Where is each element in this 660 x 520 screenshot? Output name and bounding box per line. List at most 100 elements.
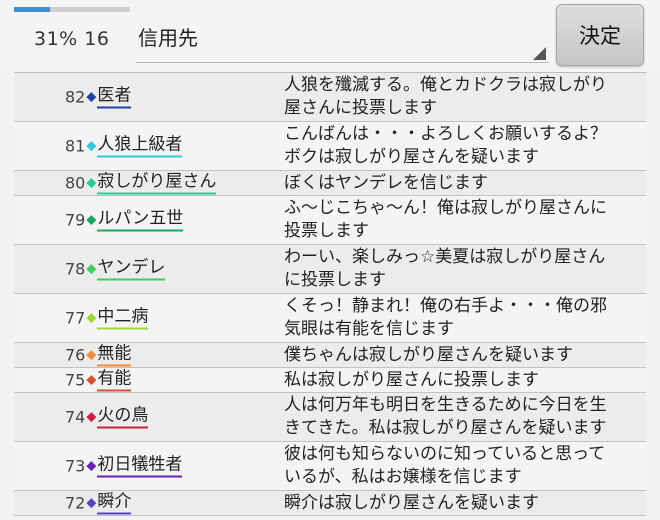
- message-line: こんばんは・・・よろしくお願いするよ？: [284, 124, 607, 144]
- diamond-icon: ◆: [86, 495, 97, 511]
- message-list[interactable]: 82 ◆ 医者 人狼を殲滅する。俺とカドクラは寂しがり 屋さんに投票します 81 ◆ 人狼上級…: [14, 72, 646, 520]
- player-name[interactable]: 寂しがり屋さん: [97, 172, 217, 195]
- list-item[interactable]: 80 ◆ 寂しがり屋さん ぼくはヤンデレを信じます: [14, 171, 646, 196]
- progress-bar-fill: [14, 7, 50, 12]
- select-value: 信用先: [138, 26, 198, 50]
- diamond-icon: ◆: [86, 409, 97, 425]
- message-text: 私は寂しがり屋さんに投票します: [278, 368, 646, 392]
- player-cell: 81 ◆ 人狼上級者: [14, 122, 278, 170]
- message-line: きてきた。私は寂しがり屋さんを疑います: [284, 418, 607, 438]
- player-number: 81: [65, 136, 86, 156]
- diamond-icon: ◆: [86, 458, 97, 474]
- trust-target-select[interactable]: 信用先: [136, 14, 548, 63]
- player-cell: 82 ◆ 医者: [14, 73, 278, 121]
- status-text: 31% 16: [34, 28, 109, 50]
- diamond-icon: ◆: [86, 175, 97, 191]
- player-name[interactable]: 中二病: [97, 307, 149, 330]
- player-name[interactable]: 人狼上級者: [97, 135, 183, 158]
- player-name[interactable]: ルパン五世: [97, 209, 184, 232]
- player-info: 82 ◆ 医者: [65, 86, 132, 109]
- player-info: 75 ◆ 有能: [65, 369, 132, 392]
- player-cell: 79 ◆ ルパン五世: [14, 196, 278, 244]
- count-label: 16: [84, 28, 110, 50]
- player-number: 79: [65, 210, 86, 230]
- message-line: 彼は何も知らないのに知っていると思って: [284, 444, 606, 464]
- list-item[interactable]: 76 ◆ 無能 僕ちゃんは寂しがり屋さんを疑います: [14, 343, 646, 368]
- list-item[interactable]: 81 ◆ 人狼上級者 こんばんは・・・よろしくお願いするよ？ ボクは寂しがり屋さんを疑い…: [14, 122, 646, 171]
- message-text: ぼくはヤンデレを信じます: [278, 171, 646, 195]
- player-info: 74 ◆ 火の鳥: [65, 406, 149, 429]
- player-number: 76: [65, 345, 86, 365]
- message-text: 瞬介は寂しがり屋さんを疑います: [278, 491, 646, 515]
- diamond-icon: ◆: [86, 212, 97, 228]
- message-line: 人は何万年も明日を生きるために今日を生: [284, 395, 607, 415]
- list-item[interactable]: 82 ◆ 医者 人狼を殲滅する。俺とカドクラは寂しがり 屋さんに投票します: [14, 73, 646, 122]
- message-text: 僕ちゃんは寂しがり屋さんを疑います: [278, 343, 646, 367]
- decide-button[interactable]: 決定: [556, 4, 644, 66]
- player-cell: 73 ◆ 初日犠牲者: [14, 442, 278, 490]
- player-name[interactable]: 有能: [97, 369, 132, 392]
- message-text: くそっ！静まれ！俺の右手よ・・・俺の邪 気眼は有能を信じます: [278, 294, 646, 342]
- player-name[interactable]: 瞬介: [97, 492, 132, 515]
- message-text: 彼は何も知らないのに知っていると思って いるが、私はお嬢様を信じます: [278, 442, 646, 490]
- player-number: 77: [65, 308, 86, 328]
- list-item[interactable]: 79 ◆ ルパン五世 ふ～じこちゃ～ん！俺は寂しがり屋さんに 投票します: [14, 196, 646, 245]
- message-line: ぼくはヤンデレを信じます: [284, 173, 488, 193]
- list-item[interactable]: 75 ◆ 有能 私は寂しがり屋さんに投票します: [14, 368, 646, 393]
- diamond-icon: ◆: [86, 261, 97, 277]
- player-info: 73 ◆ 初日犠牲者: [65, 455, 183, 478]
- player-info: 79 ◆ ルパン五世: [65, 209, 184, 232]
- message-line: 気眼は有能を信じます: [284, 319, 454, 339]
- list-item[interactable]: 74 ◆ 火の鳥 人は何万年も明日を生きるために今日を生 きてきた。私は寂しがり屋さんを…: [14, 393, 646, 442]
- player-cell: 76 ◆ 無能: [14, 343, 278, 367]
- player-cell: 72 ◆ 瞬介: [14, 491, 278, 515]
- player-info: 81 ◆ 人狼上級者: [65, 135, 183, 158]
- message-text: 人は何万年も明日を生きるために今日を生 きてきた。私は寂しがり屋さんを疑います: [278, 393, 646, 441]
- player-cell: 80 ◆ 寂しがり屋さん: [14, 171, 278, 195]
- player-info: 78 ◆ ヤンデレ: [65, 258, 166, 281]
- message-line: 私は寂しがり屋さんに投票します: [284, 370, 539, 390]
- message-text: わーい、楽しみっ☆美夏は寂しがり屋さん に投票します: [278, 245, 646, 293]
- dropdown-arrow-icon: [533, 47, 546, 60]
- message-line: 投票します: [284, 221, 369, 241]
- player-info: 80 ◆ 寂しがり屋さん: [65, 172, 217, 195]
- player-number: 78: [65, 259, 86, 279]
- message-line: ふ～じこちゃ～ん！俺は寂しがり屋さんに: [284, 198, 607, 218]
- player-number: 80: [65, 173, 86, 193]
- player-info: 77 ◆ 中二病: [65, 307, 149, 330]
- player-info: 72 ◆ 瞬介: [65, 492, 132, 515]
- diamond-icon: ◆: [86, 347, 97, 363]
- player-name[interactable]: 火の鳥: [97, 406, 149, 429]
- message-text: ふ～じこちゃ～ん！俺は寂しがり屋さんに 投票します: [278, 196, 646, 244]
- message-line: 瞬介は寂しがり屋さんを疑います: [284, 493, 539, 513]
- message-line: ボクは寂しがり屋さんを疑います: [284, 147, 539, 167]
- player-name[interactable]: 無能: [97, 344, 132, 367]
- player-number: 75: [65, 370, 86, 390]
- list-item[interactable]: 72 ◆ 瞬介 瞬介は寂しがり屋さんを疑います: [14, 491, 646, 516]
- top-bar: 31% 16 信用先 決定: [0, 0, 660, 72]
- message-line: 人狼を殲滅する。俺とカドクラは寂しがり: [284, 75, 607, 95]
- player-cell: 74 ◆ 火の鳥: [14, 393, 278, 441]
- player-number: 74: [65, 407, 86, 427]
- player-name[interactable]: 初日犠牲者: [97, 455, 183, 478]
- message-text: 人狼を殲滅する。俺とカドクラは寂しがり 屋さんに投票します: [278, 73, 646, 121]
- list-item[interactable]: 73 ◆ 初日犠牲者 彼は何も知らないのに知っていると思って いるが、私はお嬢様を信じま…: [14, 442, 646, 491]
- player-cell: 78 ◆ ヤンデレ: [14, 245, 278, 293]
- player-info: 76 ◆ 無能: [65, 344, 132, 367]
- player-name[interactable]: 医者: [97, 86, 132, 109]
- player-name[interactable]: ヤンデレ: [97, 258, 166, 281]
- message-line: 屋さんに投票します: [284, 98, 437, 118]
- message-line: 僕ちゃんは寂しがり屋さんを疑います: [284, 345, 573, 365]
- message-line: わーい、楽しみっ☆美夏は寂しがり屋さん: [284, 247, 606, 267]
- message-line: いるが、私はお嬢様を信じます: [284, 467, 522, 487]
- message-line: に投票します: [284, 270, 386, 290]
- list-item[interactable]: 78 ◆ ヤンデレ わーい、楽しみっ☆美夏は寂しがり屋さん に投票します: [14, 245, 646, 294]
- list-item[interactable]: 77 ◆ 中二病 くそっ！静まれ！俺の右手よ・・・俺の邪 気眼は有能を信じます: [14, 294, 646, 343]
- progress-percent-label: 31%: [34, 28, 78, 50]
- player-number: 82: [65, 87, 86, 107]
- progress-bar: [14, 7, 130, 12]
- player-number: 72: [65, 493, 86, 513]
- player-number: 73: [65, 456, 86, 476]
- diamond-icon: ◆: [86, 310, 97, 326]
- message-line: くそっ！静まれ！俺の右手よ・・・俺の邪: [284, 296, 607, 316]
